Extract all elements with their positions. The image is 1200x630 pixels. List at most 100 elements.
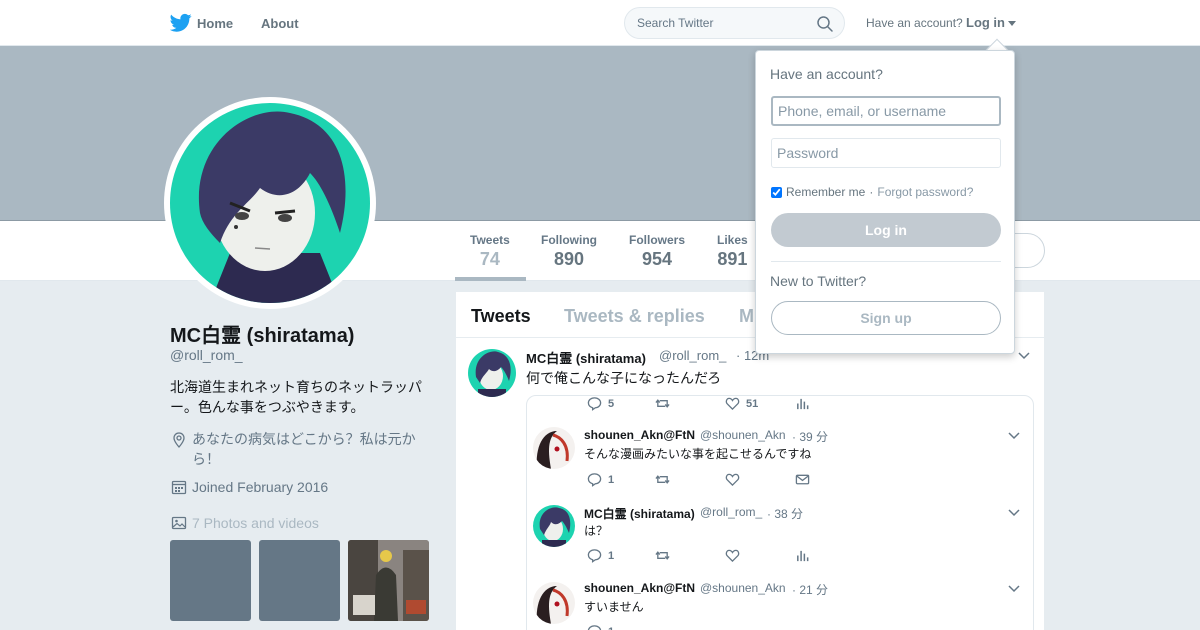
reply-author-name[interactable]: shounen_Akn@FtN	[584, 581, 695, 595]
analytics-action[interactable]	[795, 396, 810, 411]
heart-icon	[725, 473, 740, 487]
stat-label: Following	[541, 233, 597, 247]
photo-thumbnail[interactable]	[259, 540, 340, 621]
reply-author-handle[interactable]: @shounen_Akn	[700, 428, 786, 442]
nav-home-link[interactable]: Home	[197, 16, 233, 31]
nav-about-link[interactable]: About	[261, 16, 299, 31]
stat-following[interactable]: Following 890	[541, 233, 597, 270]
stat-label: Likes	[717, 233, 748, 247]
profile-handle[interactable]: @roll_rom_	[170, 347, 243, 363]
twitter-bird-icon[interactable]	[170, 13, 192, 33]
retweet-icon	[655, 399, 670, 408]
stat-label: Tweets	[470, 233, 510, 247]
dm-action[interactable]	[795, 472, 810, 487]
tweet-text: 何で俺こんな子になったんだろ	[526, 370, 722, 386]
chevron-down-icon[interactable]	[1018, 352, 1030, 360]
like-action[interactable]: 51	[725, 396, 758, 411]
avatar-illustration	[468, 349, 516, 397]
password-field[interactable]	[771, 138, 1001, 168]
remember-me-row[interactable]: Remember me · Forgot password?	[771, 185, 973, 199]
reply-author-handle[interactable]: @roll_rom_	[700, 505, 762, 519]
reply-icon	[587, 397, 602, 411]
stat-followers[interactable]: Followers 954	[629, 233, 685, 270]
stat-likes[interactable]: Likes 891	[717, 233, 748, 270]
analytics-icon	[797, 550, 809, 562]
retweet-icon	[655, 475, 670, 484]
heart-icon	[725, 549, 740, 563]
photo-thumbnail[interactable]	[348, 540, 429, 621]
tab-media[interactable]: M	[739, 306, 754, 327]
divider	[771, 261, 1001, 262]
chevron-down-icon[interactable]	[1008, 585, 1020, 593]
photo-icon	[171, 516, 187, 530]
avatar-illustration	[533, 427, 575, 469]
reply-text: そんな漫画みたいな事を起こせるんですね	[584, 447, 812, 461]
reply-avatar[interactable]	[533, 582, 575, 624]
embedded-conversation[interactable]: 5 51 shounen_Akn@FtN @shounen_Akn · 39 分…	[526, 395, 1034, 630]
reply-avatar[interactable]	[533, 505, 575, 547]
like-action[interactable]	[725, 472, 740, 487]
profile-location: あなたの病気はどこから？私は元から！	[192, 431, 416, 467]
retweet-action[interactable]	[655, 472, 670, 487]
reply-timestamp[interactable]: · 21 分	[792, 581, 828, 598]
reply-author-handle[interactable]: @shounen_Akn	[700, 581, 786, 595]
calendar-icon	[171, 480, 187, 495]
avatar-illustration	[533, 582, 575, 624]
profile-avatar[interactable]	[164, 97, 376, 309]
separator-dot: ·	[869, 185, 874, 199]
retweet-icon	[655, 551, 670, 560]
tweet-author-name[interactable]: MC白霊 (shiratama)	[526, 348, 646, 367]
avatar-illustration	[533, 505, 575, 547]
search-input[interactable]: Search Twitter	[624, 7, 845, 39]
reply-action[interactable]: 1	[587, 624, 614, 630]
reply-author-name[interactable]: MC白霊 (shiratama)	[584, 505, 695, 522]
retweet-action[interactable]	[655, 396, 670, 411]
reply-action[interactable]: 5	[587, 396, 614, 411]
caret-down-icon[interactable]	[1008, 21, 1016, 26]
retweet-action[interactable]	[655, 548, 670, 563]
photo-thumbnail[interactable]	[170, 540, 251, 621]
login-button[interactable]: Log in	[771, 213, 1001, 247]
reply-icon	[587, 625, 602, 630]
photos-videos-link[interactable]: 7 Photos and videos	[192, 515, 319, 531]
reply-timestamp[interactable]: · 39 分	[792, 428, 828, 445]
reply-count: 5	[608, 397, 615, 410]
profile-bio: 北海道生まれネット育ちのネットラッパー。色んな事をつぶやきます。	[170, 379, 422, 415]
reply-count: 1	[608, 549, 615, 562]
remember-me-checkbox[interactable]	[771, 186, 782, 198]
top-nav: Home About Search Twitter Have an accoun…	[0, 0, 1200, 46]
reply-avatar[interactable]	[533, 427, 575, 469]
reply-count: 1	[608, 626, 614, 630]
stat-tweets[interactable]: Tweets 74	[470, 233, 510, 270]
like-count: 51	[746, 397, 759, 410]
forgot-password-link[interactable]: Forgot password?	[877, 185, 973, 199]
profile-name[interactable]: MC白霊 (shiratama)	[170, 319, 354, 348]
tab-tweets-replies[interactable]: Tweets & replies	[564, 306, 705, 327]
tweet-author-handle[interactable]: @roll_rom_	[659, 348, 726, 363]
login-dropdown-toggle[interactable]: Log in	[966, 15, 1005, 30]
signup-button[interactable]: Sign up	[771, 301, 1001, 335]
chevron-down-icon[interactable]	[1008, 509, 1020, 517]
search-placeholder: Search Twitter	[637, 16, 714, 30]
stat-value: 954	[641, 249, 673, 269]
dropdown-title: Have an account?	[770, 66, 883, 82]
reply-action[interactable]: 1	[587, 548, 614, 563]
avatar-illustration	[170, 103, 370, 303]
stat-value: 891	[717, 249, 748, 269]
location-pin-icon	[173, 432, 185, 448]
reply-author-name[interactable]: shounen_Akn@FtN	[584, 428, 695, 442]
tweet-avatar[interactable]	[468, 349, 516, 397]
like-action[interactable]	[725, 548, 740, 563]
username-field[interactable]	[771, 96, 1001, 126]
reply-text: は？	[584, 524, 609, 538]
analytics-action[interactable]	[795, 548, 810, 563]
stat-label: Followers	[629, 233, 686, 247]
reply-timestamp[interactable]: · 38 分	[767, 505, 803, 522]
chevron-down-icon[interactable]	[1008, 432, 1020, 440]
reply-action[interactable]: 1	[587, 472, 614, 487]
tab-tweets[interactable]: Tweets	[471, 306, 531, 327]
stat-value: 74	[479, 249, 500, 269]
profile-joined-date: Joined February 2016	[192, 479, 329, 495]
search-icon[interactable]	[816, 15, 834, 33]
have-account-text: Have an account?	[866, 16, 963, 30]
